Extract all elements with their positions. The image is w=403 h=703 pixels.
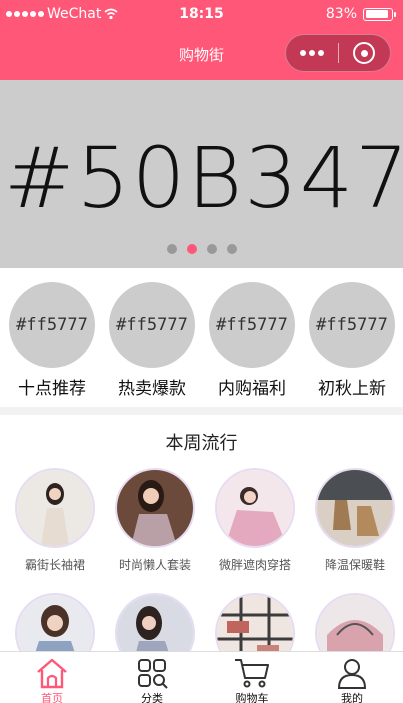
trend-photo (217, 470, 293, 546)
weekly-trend-section: 本周流行 霸街长袖裙 时尚懒人套装 微胖遮肉穿搭 降温保暖鞋 (0, 415, 403, 651)
tab-cart[interactable]: 购物车 (202, 652, 302, 703)
trend-item[interactable] (10, 595, 100, 651)
trend-item[interactable]: 霸街长袖裙 (10, 470, 100, 573)
more-menu-button[interactable] (286, 50, 338, 56)
trend-photo (117, 470, 193, 546)
home-icon (37, 658, 67, 689)
trend-photo (317, 470, 393, 546)
trend-photo (217, 595, 293, 651)
recommend-label: 初秋上新 (318, 379, 386, 399)
section-title: 本周流行 (165, 433, 238, 454)
tab-label: 购物车 (235, 692, 269, 703)
battery-percent: 83% (325, 6, 357, 22)
recommend-image-placeholder: #ff5777 (209, 282, 295, 368)
trend-label: 霸街长袖裙 (24, 558, 85, 572)
trend-photo (317, 595, 393, 651)
trend-item[interactable] (210, 595, 300, 651)
close-target-icon (353, 42, 376, 64)
tab-bar: 首页 分类 购物车 我的 (0, 651, 403, 703)
recommend-label: 十点推荐 (18, 379, 86, 399)
tab-label: 分类 (141, 692, 163, 703)
recommend-item[interactable]: #ff5777 十点推荐 (7, 282, 97, 399)
navigation-bar: 购物街 (0, 30, 403, 80)
carousel-indicators (0, 244, 403, 254)
recommend-image-placeholder: #ff5777 (9, 282, 95, 368)
recommend-item[interactable]: #ff5777 内购福利 (207, 282, 297, 399)
carousel-dot[interactable] (166, 244, 177, 254)
tab-profile[interactable]: 我的 (302, 652, 402, 703)
recommend-label: 热卖爆款 (118, 379, 186, 399)
cart-icon (235, 659, 269, 688)
trend-photo (117, 595, 193, 651)
trend-photo (17, 595, 93, 651)
miniprogram-capsule (285, 34, 391, 72)
trend-photo (17, 470, 93, 546)
trend-label: 降温保暖鞋 (324, 558, 385, 572)
recommend-item[interactable]: #ff5777 初秋上新 (307, 282, 397, 399)
carousel-dot-active[interactable] (186, 244, 197, 254)
trend-label: 微胖遮肉穿搭 (218, 558, 291, 572)
recommend-label: 内购福利 (218, 379, 286, 399)
category-icon (138, 659, 168, 689)
trend-item[interactable] (110, 595, 200, 651)
tab-label: 首页 (41, 692, 63, 703)
recommend-image-placeholder: #ff5777 (309, 282, 395, 368)
trend-item[interactable] (310, 595, 400, 651)
carousel-dot[interactable] (206, 244, 217, 254)
trend-item[interactable]: 微胖遮肉穿搭 (210, 470, 300, 573)
profile-icon (337, 659, 367, 689)
close-miniprogram-button[interactable] (338, 42, 390, 64)
section-divider (0, 407, 403, 415)
banner-placeholder-text: #50B347 (4, 129, 403, 227)
recommend-section: #ff5777 十点推荐 #ff5777 热卖爆款 #ff5777 内购福利 #… (0, 268, 403, 408)
trend-label: 时尚懒人套装 (118, 558, 191, 572)
status-bar: WeChat 18:15 83% (0, 0, 403, 30)
battery-icon (363, 7, 396, 21)
recommend-item[interactable]: #ff5777 热卖爆款 (107, 282, 197, 399)
carousel-dot[interactable] (226, 244, 237, 254)
battery-status: 83% (325, 6, 396, 22)
trend-item[interactable]: 时尚懒人套装 (110, 470, 200, 573)
tab-label: 我的 (341, 692, 363, 703)
banner-carousel[interactable]: #50B347 (0, 80, 403, 268)
trend-item[interactable]: 降温保暖鞋 (310, 470, 400, 573)
recommend-image-placeholder: #ff5777 (109, 282, 195, 368)
tab-category[interactable]: 分类 (102, 652, 202, 703)
tab-home[interactable]: 首页 (2, 652, 102, 703)
